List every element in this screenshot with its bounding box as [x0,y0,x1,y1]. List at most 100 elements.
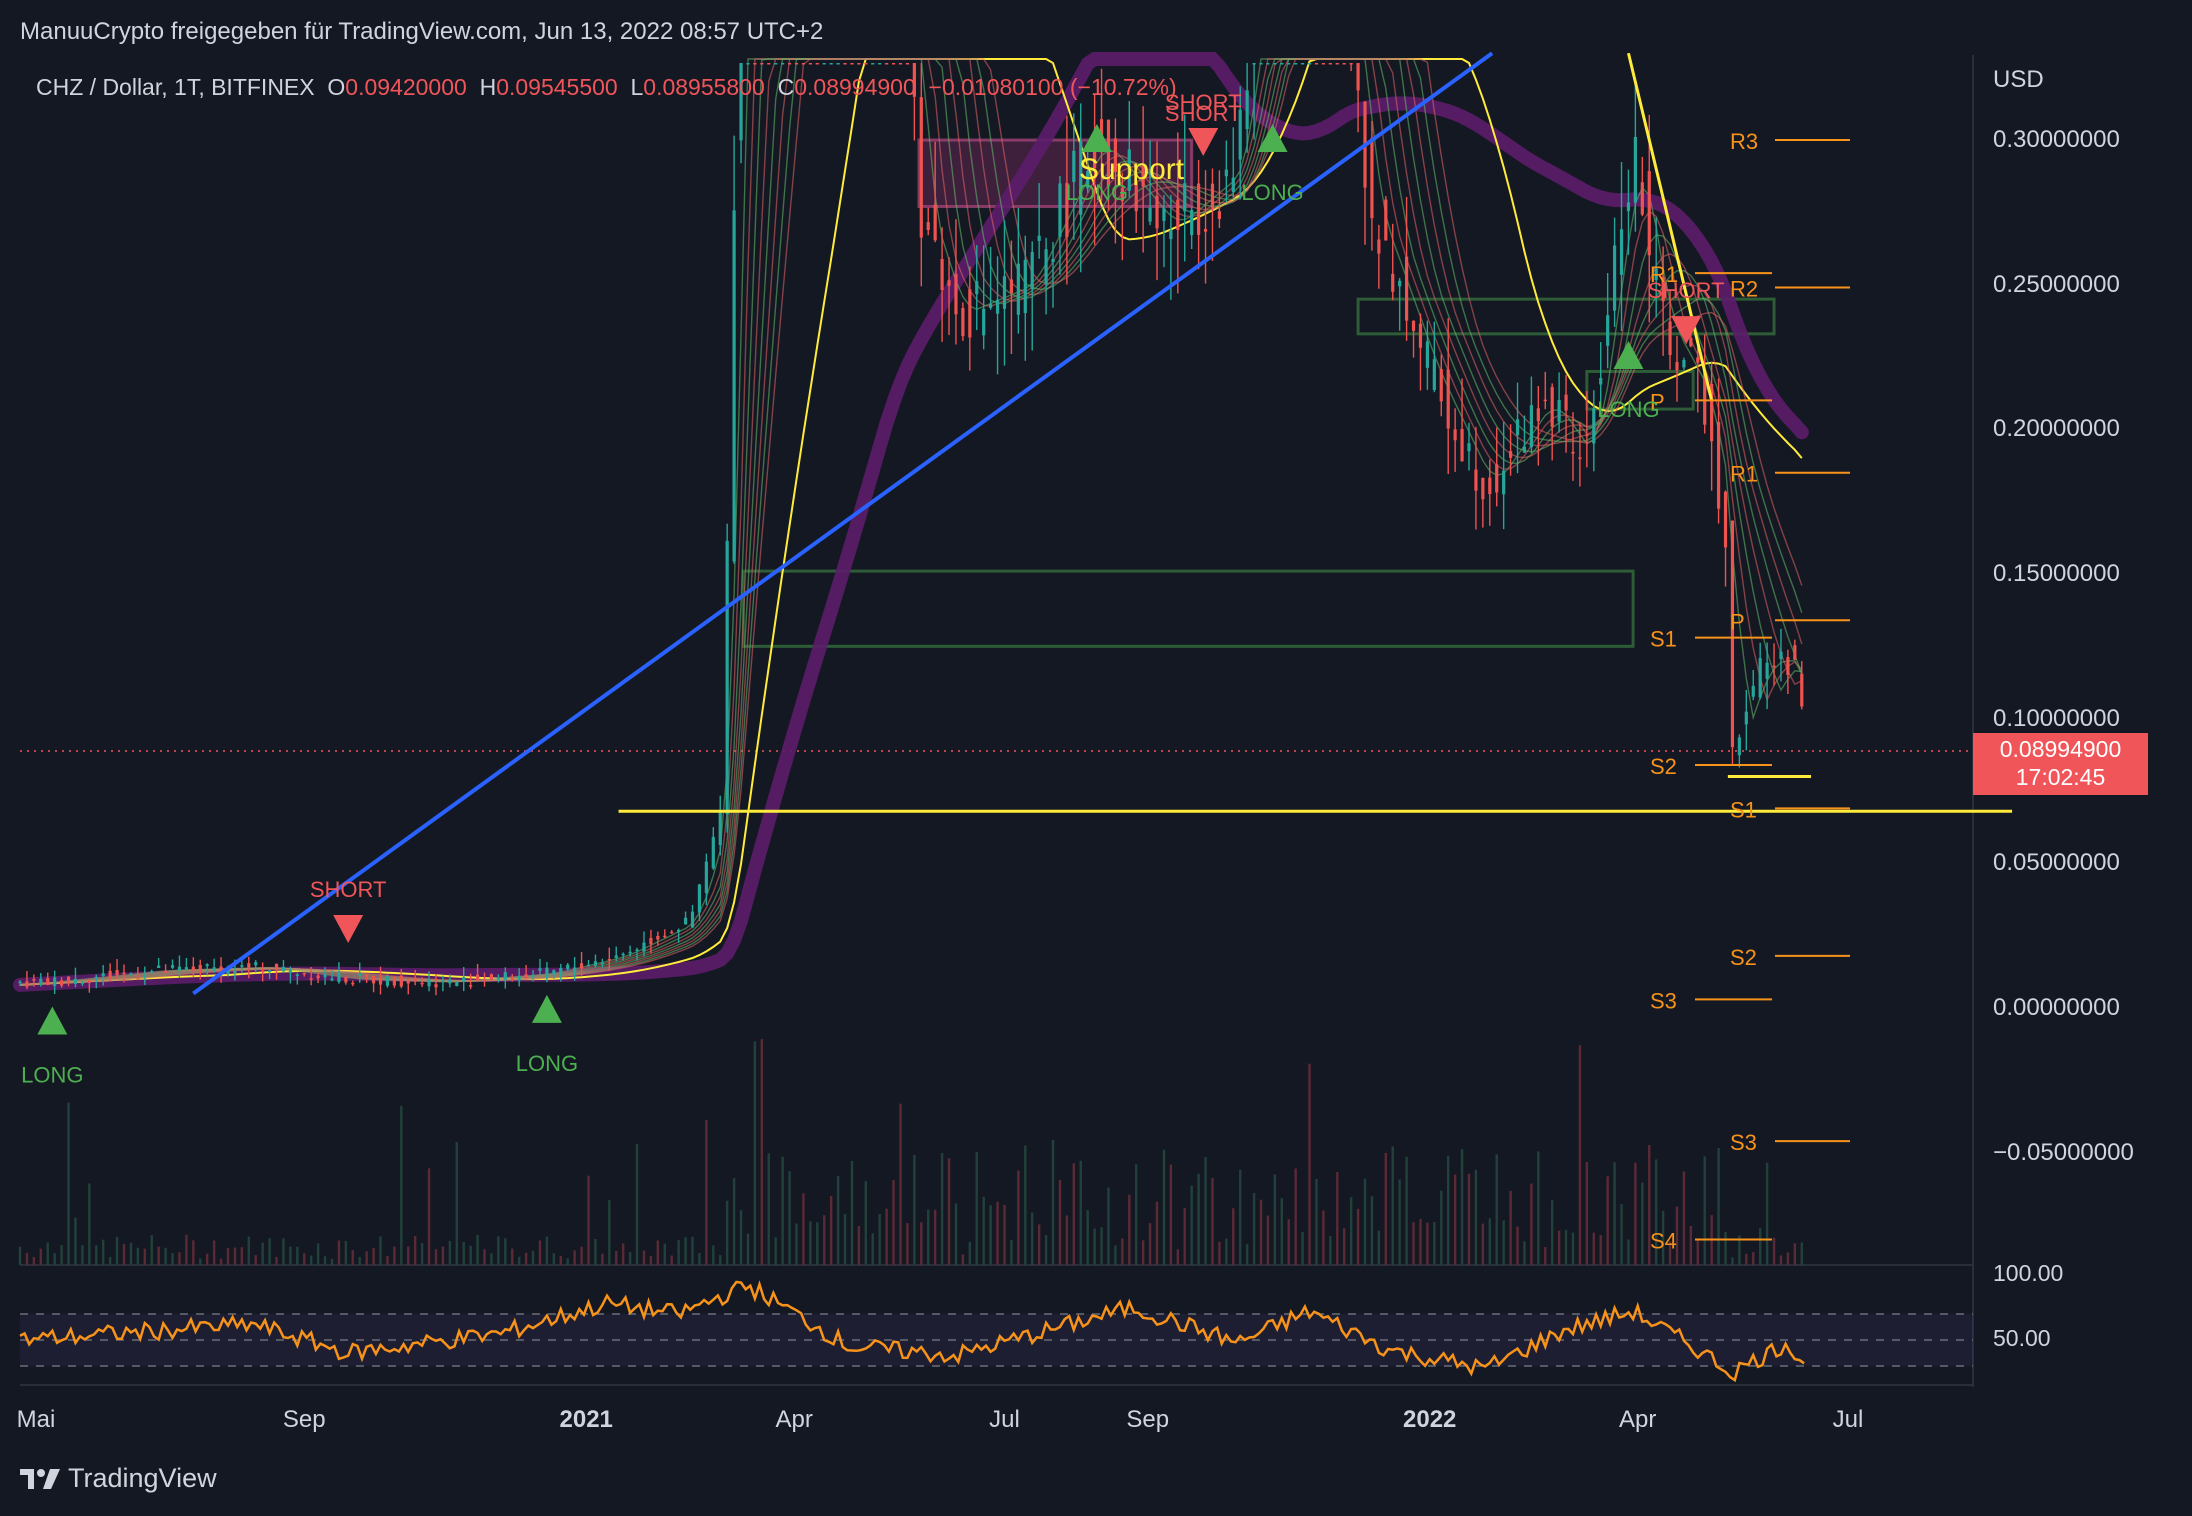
candle-body [1599,378,1603,385]
candle-body [573,967,577,973]
candle-body [1037,235,1041,241]
candle-body [787,63,792,65]
candle-body [59,980,64,986]
volume-bar [774,1237,777,1265]
volume-bar [53,1253,56,1265]
volume-bar [857,1226,861,1265]
candle-body [261,970,265,973]
volume-bar [802,1193,805,1265]
candle-body [1522,446,1527,453]
volume-bar [427,1168,431,1265]
volume-bar [1141,1240,1145,1265]
volume-bar [1398,1179,1401,1265]
volume-bar [1176,1249,1180,1265]
candle-body [1307,63,1312,65]
candle-body [801,63,806,65]
signal-label: LONG [21,1062,83,1087]
attribution: ManuuCrypto freigegeben für TradingView.… [20,18,824,45]
candle-body [1640,182,1644,215]
candle-body [1176,199,1180,230]
volume-bar [1183,1207,1186,1265]
candle-body [517,975,521,981]
volume-bar [836,1176,840,1265]
symbol-name: CHZ / Dollar, 1T, BITFINEX [36,74,315,100]
candle-body [254,962,258,966]
candle-body [1675,362,1679,371]
candle-body [593,961,598,966]
candle-body [1550,386,1554,427]
volume-bar [1336,1172,1339,1265]
candle-body [198,965,202,973]
candle-body [531,975,535,977]
volume-bar [968,1241,972,1265]
volume-bar [1024,1145,1027,1265]
volume-bar [268,1238,271,1265]
volume-bar [1523,1241,1526,1265]
volume-bar [365,1251,368,1265]
volume-bar [524,1252,528,1265]
candle-body [905,63,910,65]
x-tick-label: Sep [1126,1406,1170,1433]
symbol-legend[interactable]: CHZ / Dollar, 1T, BITFINEX O0.09420000 H… [36,74,1177,101]
candle-body [510,977,514,980]
volume-bar [254,1255,257,1265]
candle-body [344,976,348,983]
volume-bar [1592,1232,1595,1265]
volume-bar [1488,1218,1491,1265]
open-value: 0.09420000 [345,74,467,100]
volume-bar [580,1246,583,1265]
volume-bar [829,1195,833,1265]
volume-bar [1620,1204,1623,1265]
volume-bar [1128,1194,1131,1265]
candle-body [829,63,833,65]
volume-bar [1502,1220,1505,1265]
candle-body [1266,63,1270,65]
candle-body [309,978,313,980]
volume-bar [1765,1162,1769,1265]
candle-body [711,836,715,869]
volume-bar [1433,1221,1436,1265]
candle-body [871,63,875,65]
volume-bar [1266,1215,1270,1265]
currency-label: USD [1993,66,2044,93]
footer-brand[interactable]: TradingView [20,1463,217,1494]
volume-bar [1544,1247,1547,1265]
volume-bar [212,1240,216,1265]
chart[interactable]: R3R2R1PS1S2S3R1PS1S2S3S4 LONGSHORTLONGLO… [0,0,2192,1516]
volume-bar [1786,1252,1790,1265]
volume-bar [136,1247,140,1265]
candle-body [1647,171,1651,256]
candle-body [163,970,168,973]
volume-bar [1190,1185,1193,1265]
candle-body [247,963,251,968]
candle-body [406,980,410,984]
pivot-level-label: R1 [1730,462,1758,487]
candle-body [1502,470,1506,495]
volume-bar [1613,1162,1616,1265]
candle-body [469,985,473,987]
volume-bar [913,1154,916,1265]
signal-label: SHORT [1648,278,1725,303]
candle-body [940,259,944,291]
volume-bar [504,1238,507,1265]
volume-bar [1419,1218,1422,1265]
volume-bar [1114,1245,1117,1265]
candle-body [1287,63,1291,65]
candle-body [489,974,494,981]
volume-bar [25,1252,29,1265]
candle-body [1356,63,1360,91]
volume-bar [1467,1173,1471,1265]
volume-bar [1495,1154,1498,1265]
volume-bar [1682,1171,1686,1265]
long-signal-arrow-icon [531,994,562,1023]
candle-body [663,935,667,938]
candle-body [1321,63,1326,65]
candle-body [212,967,216,971]
volume-bar [642,1250,646,1265]
volume-bar [1037,1224,1041,1265]
candle-body [108,970,112,979]
volume-bar [46,1242,49,1265]
candle-body [351,982,355,985]
volume-bar [975,1151,978,1265]
pivot-level-label: S3 [1730,1130,1757,1155]
